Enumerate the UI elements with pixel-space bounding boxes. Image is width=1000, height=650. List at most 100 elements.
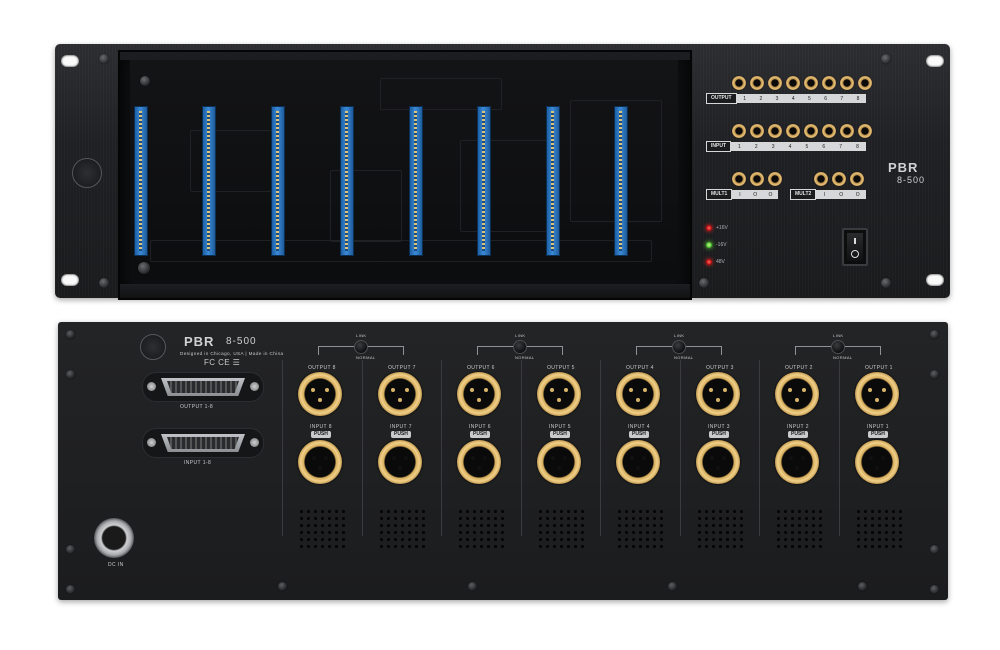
channel-number: 1 [743,95,747,102]
xlr-male-output[interactable] [537,372,581,416]
normal-label: NORMAL [356,355,376,360]
xlr-female-input[interactable] [457,440,501,484]
module-slot[interactable] [340,106,354,256]
screw [881,278,891,288]
xlr-release-tab[interactable]: PUSH [868,431,888,438]
xlr-female-input[interactable] [378,440,422,484]
input-jack[interactable] [732,124,746,138]
xlr-release-tab[interactable]: PUSH [550,431,570,438]
led-label: 48V [716,259,725,265]
channel-divider [362,360,363,536]
channel-number: 5 [808,95,811,102]
channel-number: 4 [791,95,795,102]
dsub-output-connector[interactable] [142,372,264,402]
output-jack[interactable] [822,76,836,90]
output-jack[interactable] [750,76,764,90]
power-rocker[interactable] [847,233,863,261]
input-channel-label: INPUT 6 [469,424,491,430]
vent-grille [298,508,348,552]
input-jack[interactable] [750,124,764,138]
channel-divider [441,360,442,536]
channel-divider [521,360,522,536]
xlr-male-output[interactable] [378,372,422,416]
link-normal-switch[interactable] [354,340,368,354]
xlr-release-tab[interactable]: PUSH [470,431,490,438]
xlr-male-output[interactable] [616,372,660,416]
xlr-female-input[interactable] [696,440,740,484]
link-normal-switch[interactable] [831,340,845,354]
xlr-female-input[interactable] [775,440,819,484]
xlr-male-output[interactable] [298,372,342,416]
output-jack-row [732,76,872,90]
mult-number: O [753,191,758,198]
input-channel-label: INPUT 1 [867,424,889,430]
input-jack[interactable] [840,124,854,138]
xlr-male-output[interactable] [855,372,899,416]
xlr-male-output[interactable] [457,372,501,416]
module-slot[interactable] [546,106,560,256]
output-channel-label: OUTPUT 1 [865,365,893,371]
xlr-release-tab[interactable]: PUSH [311,431,331,438]
screw [699,278,709,288]
output-jack[interactable] [804,76,818,90]
led-label: +16V [716,225,728,231]
dsub-input-label: INPUT 1-8 [184,460,212,466]
xlr-female-input[interactable] [616,440,660,484]
dsub-input-connector[interactable] [142,428,264,458]
xlr-female-input[interactable] [298,440,342,484]
xlr-female-input[interactable] [855,440,899,484]
output-jack[interactable] [732,76,746,90]
link-normal-switch[interactable] [513,340,527,354]
input-jack[interactable] [822,124,836,138]
channel-number: 4 [788,143,792,150]
xlr-release-tab[interactable]: PUSH [709,431,729,438]
output-jack[interactable] [786,76,800,90]
mult2-label-strip: MULT2 I O O [790,189,866,200]
input-channel-label: INPUT 8 [310,424,332,430]
input-jack[interactable] [858,124,872,138]
module-slot[interactable] [202,106,216,256]
module-slot[interactable] [614,106,628,256]
xlr-male-output[interactable] [775,372,819,416]
power-on-mark-icon [854,238,856,244]
output-jack[interactable] [768,76,782,90]
output-jack[interactable] [840,76,854,90]
dc-power-inlet[interactable] [94,518,134,558]
mult-jack[interactable] [732,172,746,186]
xlr-release-tab[interactable]: PUSH [629,431,649,438]
mult-jack[interactable] [750,172,764,186]
link-label: LINK [674,333,685,338]
mult-jack[interactable] [814,172,828,186]
output-jack[interactable] [858,76,872,90]
channel-number: 1 [738,143,741,150]
led-indicator-positive-rail [706,225,712,231]
input-jack[interactable] [786,124,800,138]
input-jack[interactable] [804,124,818,138]
mult-jack[interactable] [768,172,782,186]
screw [66,330,75,339]
xlr-release-tab[interactable]: PUSH [391,431,411,438]
channel-number: 3 [775,95,779,102]
link-normal-switch[interactable] [672,340,686,354]
mult-jack[interactable] [832,172,846,186]
input-jack[interactable] [768,124,782,138]
module-slot[interactable] [271,106,285,256]
xlr-female-input[interactable] [537,440,581,484]
bay-bottom-rail [120,284,690,298]
dsub-output-label: OUTPUT 1-8 [180,404,214,410]
rear-brand-logo-badge [140,334,166,360]
power-switch[interactable] [842,228,868,266]
output-channel-label: OUTPUT 4 [626,365,654,371]
xlr-release-tab[interactable]: PUSH [788,431,808,438]
channel-divider [759,360,760,536]
mult2-strip-title: MULT2 [790,189,817,200]
module-slot[interactable] [409,106,423,256]
mult-number: I [739,191,741,198]
pcb-trace [460,140,552,232]
xlr-male-output[interactable] [696,372,740,416]
module-slot[interactable] [477,106,491,256]
mult-number: O [839,191,844,198]
module-slot[interactable] [134,106,148,256]
mult-jack[interactable] [850,172,864,186]
screw [668,582,677,591]
